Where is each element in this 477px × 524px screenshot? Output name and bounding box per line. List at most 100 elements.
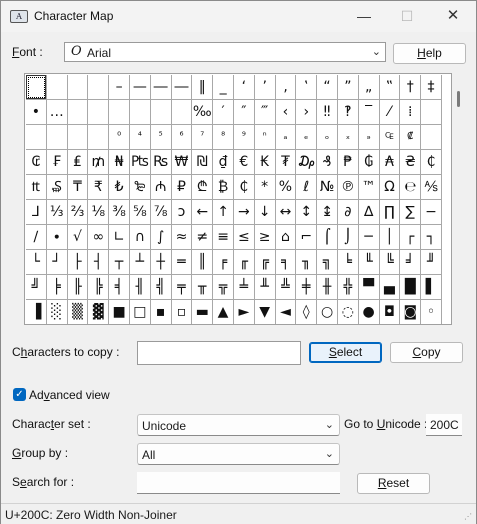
character-cell[interactable] [88,75,110,100]
character-cell[interactable]: ∩ [129,225,151,250]
character-cell[interactable]: ₭ [254,150,276,175]
character-cell[interactable]: ‰ [192,100,214,125]
character-cell[interactable]: □ [130,300,151,324]
character-cell[interactable]: ₵ [233,175,255,200]
character-cell[interactable]: ↕ [296,200,318,225]
character-cell[interactable]: ╩ [275,275,297,300]
character-cell[interactable]: ░ [47,300,68,324]
character-cell[interactable]: ≤ [233,225,255,250]
character-cell[interactable]: ∏ [379,200,401,225]
character-cell[interactable]: ⁷ [192,125,214,150]
character-cell[interactable]: ‖ [192,75,214,100]
character-cell[interactable] [88,125,110,150]
character-cell[interactable]: ╖ [296,250,318,275]
character-cell[interactable]: ⁄ [379,100,401,125]
character-cell[interactable]: ∑ [400,200,422,225]
character-cell[interactable]: │ [379,225,401,250]
character-cell[interactable] [67,75,89,100]
character-cell[interactable]: ₳ [379,150,401,175]
character-cell[interactable]: ₹ [88,175,110,200]
character-cell[interactable]: √ [67,225,89,250]
character-cell[interactable]: ₴ [400,150,422,175]
character-cell[interactable]: ⅝ [129,200,151,225]
character-cell[interactable]: ═ [171,250,193,275]
character-cell[interactable]: ← [192,200,214,225]
character-cell[interactable]: ₓ [337,125,359,150]
character-cell[interactable]: › [296,100,318,125]
character-cell[interactable]: ― [171,75,193,100]
character-cell[interactable]: № [317,175,338,200]
character-grid[interactable]: – — ― ― ‖ _ ‘’ ‚ ‛ “” „ ‟ † ‡ •… ‰ ′ ″ ‴ ‹ › ‼ ‽ ‾ ⁄ ⁞ ⁰⁴⁵⁶⁷⁸⁹ⁿₐ… [24,73,452,325]
character-cell[interactable]: ╚ [379,250,401,275]
character-cell[interactable]: ⁞ [400,100,422,125]
character-cell[interactable]: ↓ [254,200,276,225]
character-cell[interactable]: ₥ [88,150,110,175]
character-cell[interactable]: ₱ [337,150,359,175]
character-cell[interactable]: ↄ [171,200,193,225]
character-cell[interactable]: ╟ [67,275,89,300]
character-cell[interactable]: * [254,175,276,200]
character-cell[interactable]: ╥ [192,275,214,300]
character-cell[interactable]: ℮ [400,175,422,200]
character-cell[interactable]: ▒ [68,300,89,324]
grid-scrollbar-thumb[interactable] [457,91,460,107]
character-cell[interactable]: ╫ [317,275,338,300]
characters-to-copy-input[interactable] [137,341,301,365]
character-cell[interactable]: ₻ [129,175,151,200]
character-cell[interactable] [46,125,68,150]
character-cell[interactable]: ₸ [67,175,89,200]
character-cell[interactable]: ∟ [109,225,130,250]
character-cell[interactable]: ₪ [192,150,214,175]
character-cell[interactable]: ₲ [358,150,380,175]
character-cell[interactable]: ₔ [358,125,380,150]
character-cell[interactable]: ” [337,75,359,100]
character-cell[interactable] [129,100,151,125]
character-cell[interactable]: ◌ [338,300,359,324]
character-cell[interactable]: ╞ [46,275,68,300]
character-cell[interactable] [171,100,193,125]
character-cell[interactable]: Ω [379,175,401,200]
character-cell[interactable]: ― [150,75,172,100]
character-cell[interactable]: „ [358,75,380,100]
character-cell[interactable] [26,125,47,150]
character-cell[interactable]: ╦ [213,275,234,300]
character-cell[interactable]: ┴ [129,250,151,275]
character-cell[interactable]: ₣ [46,150,68,175]
character-cell[interactable]: ╗ [317,250,338,275]
advanced-view-label[interactable]: Advanced view [29,388,110,402]
character-cell[interactable]: ╘ [337,250,359,275]
character-cell[interactable]: ‚ [275,75,297,100]
character-cell[interactable]: ╣ [150,275,172,300]
character-cell[interactable]: ⌠ [317,225,338,250]
character-cell[interactable]: ₷ [46,175,68,200]
character-cell[interactable]: └ [26,250,47,275]
character-cell[interactable]: ‾ [358,100,380,125]
character-cell[interactable]: ∂ [337,200,359,225]
character-cell[interactable]: ⅍ [421,175,442,200]
character-cell[interactable]: ╨ [254,275,276,300]
character-cell[interactable]: ₰ [317,150,338,175]
character-cell[interactable]: ₨ [150,150,172,175]
character-cell[interactable] [26,75,47,100]
character-cell[interactable]: ₤ [67,150,89,175]
select-button[interactable]: Select [309,342,382,363]
character-cell[interactable]: — [129,75,151,100]
character-cell[interactable]: ╠ [88,275,110,300]
character-cell[interactable]: ₯ [296,150,318,175]
character-cell[interactable]: ┘ [46,250,68,275]
character-cell[interactable]: ╝ [26,275,47,300]
character-cell[interactable]: ₿ [213,175,234,200]
character-cell[interactable]: ╬ [337,275,359,300]
character-cell[interactable]: ₵ [421,150,442,175]
character-cell[interactable]: ╙ [358,250,380,275]
character-cell[interactable] [109,100,130,125]
character-cell[interactable]: ↑ [213,200,234,225]
character-cell[interactable]: ∞ [88,225,110,250]
character-cell[interactable]: ▬ [192,300,214,324]
character-cell[interactable]: ₠ [379,125,401,150]
character-cell[interactable]: ▫ [172,300,193,324]
character-cell[interactable]: ₫ [213,150,234,175]
character-cell[interactable]: ▄ [379,275,401,300]
character-cell[interactable]: ₾ [192,175,214,200]
character-cell[interactable]: ⅔ [67,200,89,225]
